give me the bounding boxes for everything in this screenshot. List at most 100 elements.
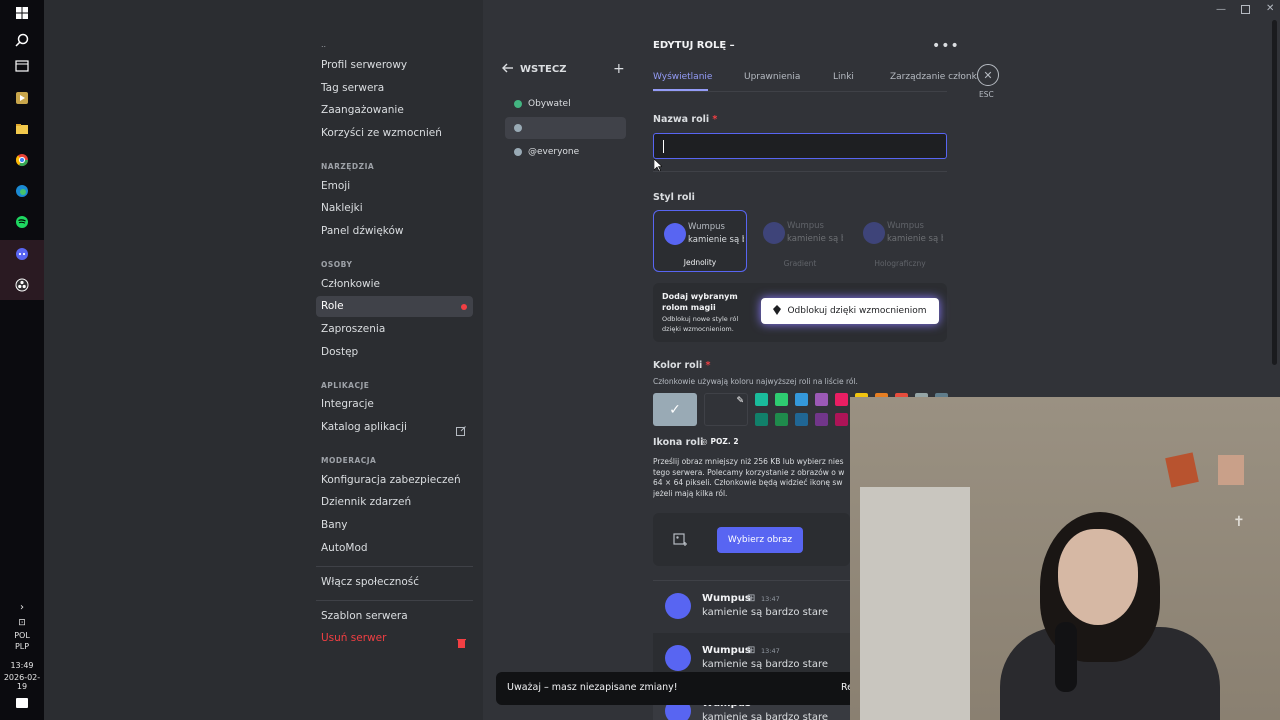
color-swatch[interactable] [835, 413, 848, 426]
maximize-icon[interactable] [1241, 5, 1250, 14]
color-swatch[interactable] [755, 393, 768, 406]
sidebar-header-aplikacje: APLIKACJE [321, 381, 370, 390]
sidebar-item-emoji[interactable]: Emoji [321, 180, 350, 192]
color-swatch[interactable] [815, 413, 828, 426]
role-item-new[interactable] [514, 124, 528, 132]
screen: › ⊡ POL PLP 13:49 2026-02-19 .. Profil s… [0, 0, 1280, 720]
edge-icon[interactable] [12, 181, 32, 201]
sidebar-item-naklejki[interactable]: Naklejki [321, 202, 363, 214]
notification-icon[interactable] [12, 693, 32, 713]
sidebar-item-katalog-aplikacji[interactable]: Katalog aplikacji [321, 421, 407, 433]
promo-subtitle: Odblokuj nowe style ról dzięki wzmocnien… [662, 315, 739, 333]
color-swatch[interactable] [755, 413, 768, 426]
more-options-icon[interactable]: ••• [932, 38, 960, 54]
default-color-swatch[interactable]: ✓ [653, 393, 697, 426]
sidebar-item-zaproszenia[interactable]: Zaproszenia [321, 323, 385, 335]
style-name: Gradient [783, 259, 817, 268]
boost-promo-banner: Dodaj wybranym rolom magii Odblokuj nowe… [653, 283, 947, 342]
style-option-holograficzny[interactable]: Wumpus kamienie są b Holograficzny [853, 210, 947, 272]
choose-image-button[interactable]: Wybierz obraz [717, 527, 803, 553]
sidebar-item-profil-serwerowy[interactable]: Profil serwerowy [321, 59, 407, 71]
minimize-icon[interactable]: — [1216, 4, 1226, 15]
role-color-dot [514, 148, 522, 156]
mouse-cursor-icon [653, 156, 663, 175]
style-name: Jednolity [683, 258, 717, 267]
sidebar-divider [316, 600, 473, 601]
search-icon[interactable] [12, 30, 32, 50]
media-player-icon[interactable] [12, 88, 32, 108]
role-name-input[interactable] [653, 133, 947, 159]
network-speaker-icon[interactable]: ⊡ [12, 613, 32, 633]
sidebar-item-zaangazowanie[interactable]: Zaangażowanie [321, 104, 404, 116]
sidebar-item-panel-dzwiekow[interactable]: Panel dźwięków [321, 225, 404, 237]
unlock-boost-button[interactable]: Odblokuj dzięki wzmocnieniom [761, 298, 939, 324]
role-item-everyone[interactable]: @everyone [514, 147, 579, 157]
color-swatch[interactable] [815, 393, 828, 406]
chrome-icon[interactable] [12, 150, 32, 170]
style-option-jednolity[interactable]: Wumpus kamienie są b Jednolity [653, 210, 747, 272]
webcam-microphone [1055, 622, 1077, 692]
role-item-obywatel[interactable]: Obywatel [514, 99, 571, 109]
sidebar-item-role[interactable]: Role [321, 300, 344, 312]
sidebar-item-konfiguracja-zabezpieczen[interactable]: Konfiguracja zabezpieczeń [321, 474, 461, 486]
sidebar-item-wlacz-spolecznosc[interactable]: Włącz społeczność [321, 576, 419, 588]
color-swatch[interactable] [835, 393, 848, 406]
clock-date[interactable]: 2026-02-19 [0, 673, 44, 691]
tab-linki[interactable]: Linki [833, 72, 854, 82]
task-view-icon[interactable] [12, 56, 32, 76]
sidebar-item-czlonkowie[interactable]: Członkowie [321, 278, 380, 290]
discord-icon[interactable] [12, 244, 32, 264]
sidebar-item-korzysci[interactable]: Korzyści ze wzmocnień [321, 127, 442, 139]
sidebar-header-narzedzia: NARZĘDZIA [321, 162, 375, 171]
color-swatch[interactable] [795, 393, 808, 406]
spotify-icon[interactable] [12, 212, 32, 232]
unsaved-changes-bar: Uważaj – masz niezapisane zmiany! Re [496, 672, 856, 705]
language-indicator[interactable]: POL [0, 631, 44, 640]
clock-time[interactable]: 13:49 [0, 661, 44, 670]
sidebar-item-bany[interactable]: Bany [321, 519, 348, 531]
sidebar-item-usun-serwer[interactable]: Usuń serwer [321, 632, 386, 644]
back-button[interactable]: WSTECZ [502, 63, 566, 76]
color-swatch[interactable] [795, 413, 808, 426]
boost-level-badge: ◎ POZ. 2 [701, 437, 739, 446]
sidebar-item-dziennik-zdarzen[interactable]: Dziennik zdarzeń [321, 496, 411, 508]
tab-zarzadzanie-czlonkami[interactable]: Zarządzanie członkami (0) [890, 72, 978, 82]
pencil-icon: ✎ [736, 396, 744, 406]
file-explorer-icon[interactable] [12, 119, 32, 139]
window-close-icon[interactable]: ✕ [1266, 3, 1274, 14]
arrow-left-icon [502, 63, 514, 76]
trash-icon [457, 633, 466, 648]
style-option-gradient[interactable]: Wumpus kamienie są b Gradient [753, 210, 847, 272]
role-color-label: Kolor roli * [653, 360, 711, 371]
keyboard-layout[interactable]: PLP [0, 642, 44, 651]
role-color-dot [514, 124, 522, 132]
webcam-poster [1165, 452, 1199, 488]
preview-message: kamienie są bardzo stare [702, 659, 828, 670]
custom-color-swatch[interactable]: ✎ [704, 393, 748, 426]
role-style-label: Styl roli [653, 192, 695, 203]
add-role-icon[interactable]: + [613, 61, 625, 77]
tab-uprawnienia[interactable]: Uprawnienia [744, 72, 800, 82]
webcam-person-face [1058, 529, 1138, 625]
sidebar-item-dostep[interactable]: Dostęp [321, 346, 358, 358]
sidebar-item-automod[interactable]: AutoMod [321, 542, 368, 554]
sidebar-item-szablon-serwera[interactable]: Szablon serwera [321, 610, 408, 622]
obs-icon[interactable] [12, 275, 32, 295]
tab-wyswietlanie[interactable]: Wyświetlanie [653, 72, 712, 82]
role-name-label: Nazwa roli * [653, 114, 718, 125]
sidebar-header-osoby: OSOBY [321, 260, 353, 269]
sidebar-item-tag-serwera[interactable]: Tag serwera [321, 82, 384, 94]
checkmark-icon: ✓ [669, 401, 681, 418]
close-icon[interactable]: ✕ [977, 64, 999, 86]
color-swatch[interactable] [775, 413, 788, 426]
image-add-icon[interactable] [673, 532, 687, 551]
section-divider [653, 171, 947, 172]
role-icon-label: Ikona roli [653, 437, 704, 448]
sidebar-divider [316, 566, 473, 567]
windows-start-icon[interactable] [12, 3, 32, 23]
role-color-description: Członkowie używają koloru najwyższej rol… [653, 377, 858, 386]
color-swatch[interactable] [775, 393, 788, 406]
scrollbar-thumb[interactable] [1272, 20, 1277, 365]
sidebar-item-integracje[interactable]: Integracje [321, 398, 374, 410]
page-title: EDYTUJ ROLĘ – [653, 40, 735, 51]
